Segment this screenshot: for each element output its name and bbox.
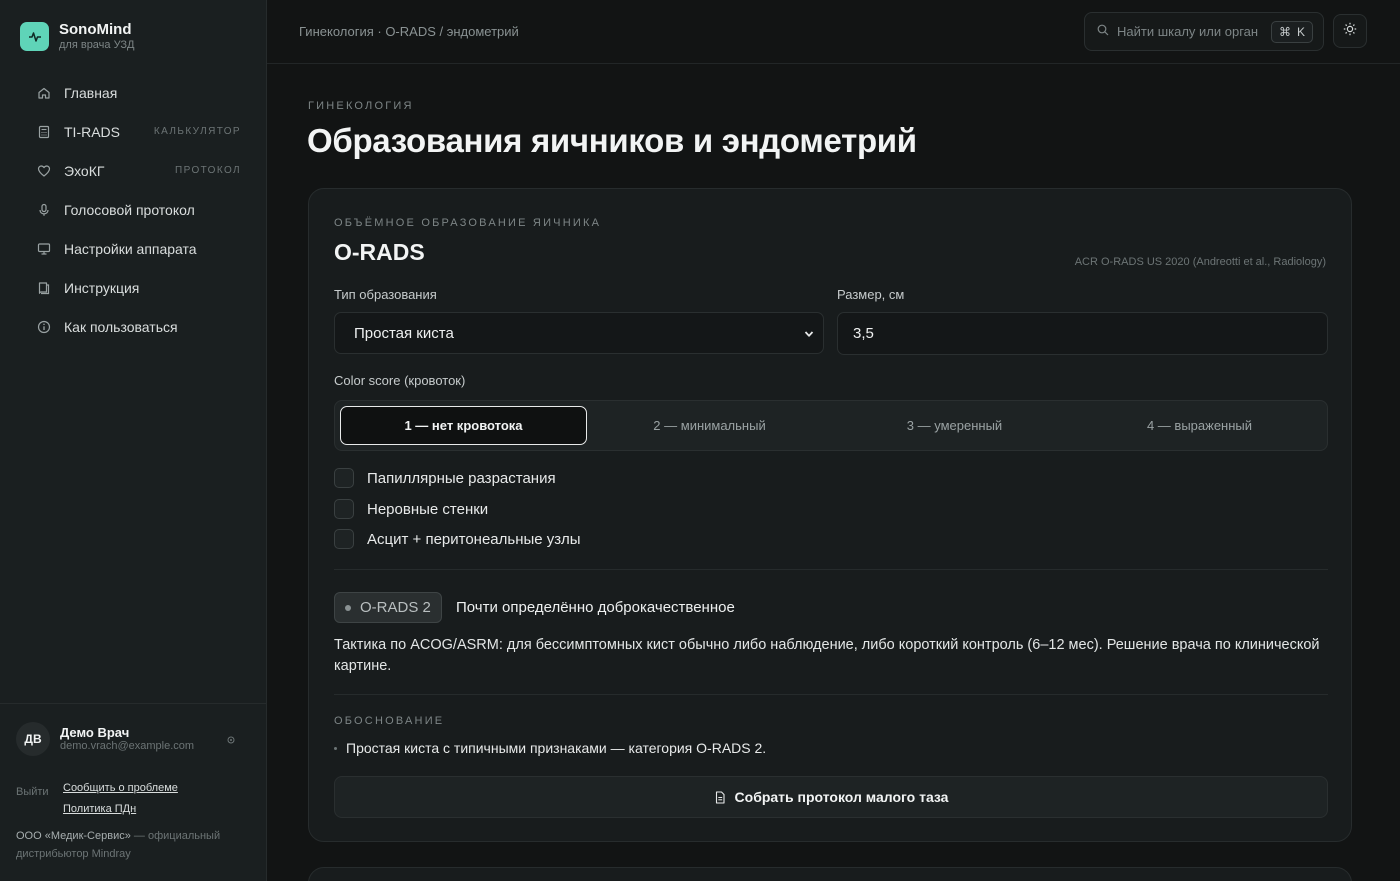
divider bbox=[334, 694, 1328, 695]
type-label: Тип образования bbox=[334, 287, 437, 302]
brand-subtitle: для врача УЗД bbox=[59, 39, 135, 51]
sidebar-item-label: Инструкция bbox=[64, 279, 140, 296]
sun-icon bbox=[1343, 22, 1357, 41]
color-score-segmented: 1 — нет кровотока 2 — минимальный 3 — ум… bbox=[334, 400, 1328, 451]
check-ascites[interactable]: Асцит + перитонеальные узлы bbox=[334, 529, 581, 549]
footer-links: Сообщить о проблеме Политика ПДн bbox=[63, 778, 178, 820]
monitor-icon bbox=[36, 241, 52, 257]
privacy-policy-link[interactable]: Политика ПДн bbox=[63, 799, 178, 820]
section-eyebrow: ГИНЕКОЛОГИЯ bbox=[308, 100, 414, 112]
sidebar-item-echocg[interactable]: ЭхоКГ ПРОТОКОЛ bbox=[24, 151, 249, 190]
reasoning-item: Простая киста с типичными признаками — к… bbox=[334, 740, 766, 756]
logout-link[interactable]: Выйти bbox=[16, 786, 49, 798]
sidebar-item-instructions[interactable]: Инструкция bbox=[24, 268, 249, 307]
chevron-down-icon bbox=[803, 327, 815, 339]
sidebar-item-label: Голосовой протокол bbox=[64, 201, 195, 218]
card-eyebrow: ОБЪЁМНОЕ ОБРАЗОВАНИЕ ЯИЧНИКА bbox=[334, 217, 602, 229]
avatar: ДВ bbox=[16, 722, 50, 756]
gear-icon[interactable] bbox=[225, 733, 237, 745]
check-irregular-walls[interactable]: Неровные стенки bbox=[334, 499, 488, 519]
orads-card: ОБЪЁМНОЕ ОБРАЗОВАНИЕ ЯИЧНИКА O-RADS ACR … bbox=[308, 188, 1352, 842]
sidebar-item-voice-protocol[interactable]: Голосовой протокол bbox=[24, 190, 249, 229]
microphone-icon bbox=[36, 202, 52, 218]
page-title: Образования яичников и эндометрий bbox=[307, 122, 917, 159]
color-score-option-2[interactable]: 2 — минимальный bbox=[587, 406, 832, 445]
brand-name: SonoMind bbox=[59, 21, 132, 38]
result-badge: O-RADS 2 bbox=[334, 592, 442, 623]
sidebar-item-tirads[interactable]: TI-RADS КАЛЬКУЛЯТОР bbox=[24, 112, 249, 151]
checkbox[interactable] bbox=[334, 499, 354, 519]
sidebar-item-label: ЭхоКГ bbox=[64, 162, 105, 179]
build-protocol-button[interactable]: Собрать протокол малого таза bbox=[334, 776, 1328, 818]
color-score-option-3[interactable]: 3 — умеренный bbox=[832, 406, 1077, 445]
card-source: ACR O-RADS US 2020 (Andreotti et al., Ra… bbox=[1074, 256, 1326, 268]
checkbox[interactable] bbox=[334, 468, 354, 488]
color-score-option-4[interactable]: 4 — выраженный bbox=[1077, 406, 1322, 445]
reasoning-title: ОБОСНОВАНИЕ bbox=[334, 715, 445, 727]
check-label: Неровные стенки bbox=[367, 500, 489, 518]
size-input[interactable]: 3,5 bbox=[837, 312, 1328, 355]
check-papillary[interactable]: Папиллярные разрастания bbox=[334, 468, 556, 488]
user-name: Демо Врач bbox=[60, 725, 130, 740]
distributor-note: ООО «Медик-Сервис» — официальный дистриб… bbox=[16, 827, 251, 863]
type-select-value: Простая киста bbox=[354, 324, 454, 342]
next-card bbox=[308, 867, 1352, 881]
pulse-logo-icon bbox=[20, 22, 49, 51]
sidebar-item-device-settings[interactable]: Настройки аппарата bbox=[24, 229, 249, 268]
search-icon bbox=[1097, 23, 1109, 41]
divider bbox=[334, 569, 1328, 570]
document-icon bbox=[715, 790, 725, 804]
card-title: O-RADS bbox=[334, 239, 425, 265]
search-input[interactable]: Найти шкалу или орган ⌘ K bbox=[1084, 12, 1324, 51]
theme-toggle-button[interactable] bbox=[1333, 14, 1367, 48]
sidebar: SonoMind для врача УЗД Главная TI-RADS К… bbox=[0, 0, 267, 881]
user-profile[interactable]: ДВ Демо Врач demo.vrach@example.com bbox=[16, 722, 251, 756]
checkbox[interactable] bbox=[334, 529, 354, 549]
keyboard-shortcut: ⌘ K bbox=[1270, 21, 1313, 43]
bullet-icon bbox=[334, 746, 337, 750]
tactics-text: Тактика по ACOG/ASRM: для бессимптомных … bbox=[334, 637, 1320, 674]
sidebar-item-label: Как пользоваться bbox=[64, 318, 178, 335]
status-dot-icon bbox=[345, 604, 351, 611]
shortcut-key: K bbox=[1296, 25, 1305, 39]
result-badge-label: O-RADS 2 bbox=[360, 599, 431, 616]
reasoning-item-text: Простая киста с типичными признаками — к… bbox=[346, 740, 767, 756]
result-text: Почти определённо доброкачественное bbox=[456, 599, 735, 616]
topbar: Гинекология · O-RADS / эндометрий Найти … bbox=[267, 0, 1400, 64]
sidebar-item-label: Главная bbox=[64, 84, 118, 101]
command-key-icon: ⌘ bbox=[1278, 25, 1291, 39]
sidebar-item-tag: ПРОТОКОЛ bbox=[175, 165, 241, 176]
home-icon bbox=[36, 85, 52, 101]
sidebar-nav: Главная TI-RADS КАЛЬКУЛЯТОР ЭхоКГ ПРОТОК… bbox=[24, 73, 249, 346]
search-placeholder: Найти шкалу или орган bbox=[1117, 24, 1259, 39]
sidebar-item-label: TI-RADS bbox=[64, 123, 120, 140]
book-icon bbox=[36, 280, 52, 296]
user-email: demo.vrach@example.com bbox=[60, 740, 195, 752]
report-problem-link[interactable]: Сообщить о проблеме bbox=[63, 778, 178, 799]
calculator-icon bbox=[36, 124, 52, 140]
sidebar-item-home[interactable]: Главная bbox=[24, 73, 249, 112]
brand[interactable]: SonoMind для врача УЗД bbox=[20, 21, 134, 52]
sidebar-item-how-to-use[interactable]: Как пользоваться bbox=[24, 307, 249, 346]
sidebar-divider bbox=[0, 703, 266, 704]
info-icon bbox=[36, 319, 52, 335]
check-label: Асцит + перитонеальные узлы bbox=[367, 530, 581, 548]
breadcrumb: Гинекология · O-RADS / эндометрий bbox=[299, 24, 519, 39]
company-name: ООО «Медик-Сервис» bbox=[16, 830, 131, 842]
size-input-value: 3,5 bbox=[853, 325, 874, 342]
size-label: Размер, см bbox=[837, 287, 905, 302]
color-score-option-1[interactable]: 1 — нет кровотока bbox=[340, 406, 587, 445]
sidebar-item-label: Настройки аппарата bbox=[64, 240, 197, 257]
sidebar-item-tag: КАЛЬКУЛЯТОР bbox=[153, 126, 241, 137]
heart-icon bbox=[36, 163, 52, 179]
build-protocol-label: Собрать протокол малого таза bbox=[734, 789, 949, 805]
type-select[interactable]: Простая киста bbox=[334, 312, 824, 354]
color-score-label: Color score (кровоток) bbox=[334, 373, 466, 388]
check-label: Папиллярные разрастания bbox=[367, 469, 556, 487]
